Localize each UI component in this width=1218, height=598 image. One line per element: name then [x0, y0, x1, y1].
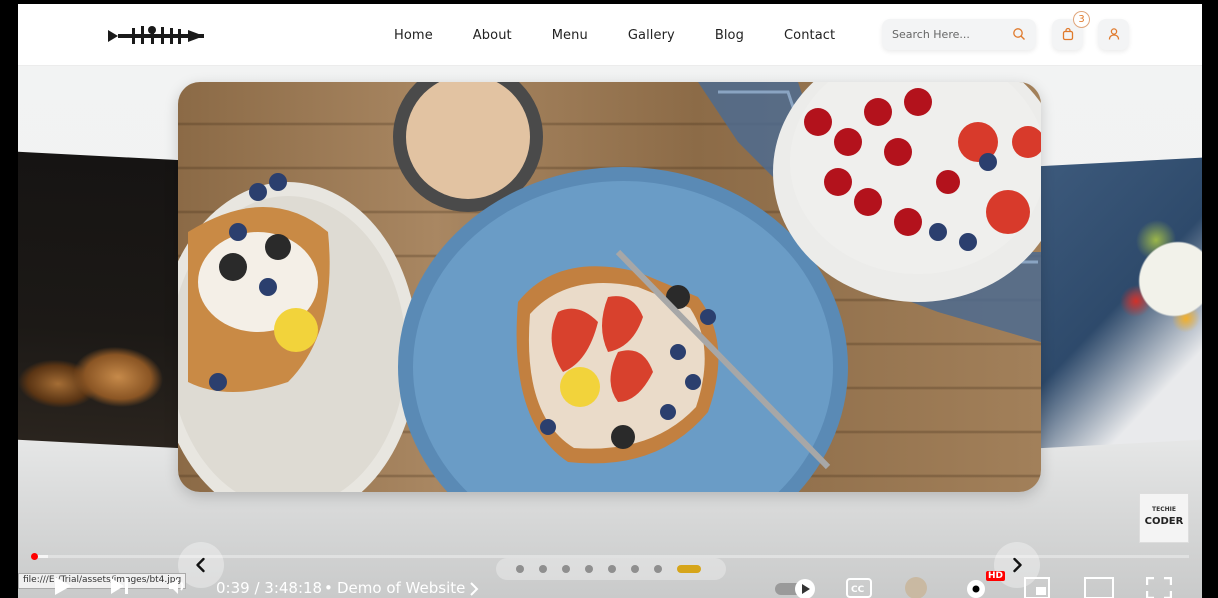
- nav-link-home[interactable]: Home: [394, 28, 433, 43]
- carousel-dot[interactable]: [562, 565, 570, 573]
- carousel-dot[interactable]: [608, 565, 616, 573]
- carousel-dot[interactable]: [516, 565, 524, 573]
- chapter-title[interactable]: Demo of Website: [337, 579, 465, 597]
- carousel-slide-next[interactable]: [1036, 157, 1202, 449]
- cart-count-badge: 3: [1073, 11, 1090, 28]
- nav-link-about[interactable]: About: [473, 28, 512, 43]
- website-viewport: Home About Menu Gallery Blog Contact 3: [18, 4, 1202, 598]
- miniplayer-icon[interactable]: [1024, 577, 1050, 598]
- volume-icon[interactable]: [166, 574, 190, 598]
- nav-link-contact[interactable]: Contact: [784, 28, 835, 43]
- carousel-dot[interactable]: [654, 565, 662, 573]
- user-button[interactable]: [1098, 19, 1129, 50]
- hd-badge: HD: [986, 571, 1006, 581]
- separator-dot: •: [324, 579, 333, 597]
- video-progress-bar[interactable]: [32, 555, 1189, 558]
- next-video-icon[interactable]: [108, 574, 132, 598]
- search-icon[interactable]: [1012, 27, 1026, 41]
- theater-mode-icon[interactable]: [1084, 577, 1114, 598]
- time-display: 0:39 / 3:48:18: [216, 579, 323, 597]
- nav-link-menu[interactable]: Menu: [552, 28, 588, 43]
- nav-link-blog[interactable]: Blog: [715, 28, 744, 43]
- user-icon: [1108, 28, 1120, 40]
- autoplay-toggle-icon[interactable]: [774, 578, 820, 598]
- carousel-dot[interactable]: [539, 565, 547, 573]
- watermark-line1: TECHIE: [1152, 506, 1176, 513]
- miniplayer-avatar-icon[interactable]: [904, 576, 928, 598]
- logo-icon[interactable]: [108, 24, 206, 48]
- carousel-dot[interactable]: [585, 565, 593, 573]
- captions-icon[interactable]: CC: [846, 578, 872, 598]
- carousel-pagination: [496, 558, 726, 580]
- carousel-slide-prev[interactable]: [18, 151, 182, 449]
- search-box: [882, 19, 1036, 50]
- navbar: Home About Menu Gallery Blog Contact 3: [18, 4, 1202, 66]
- carousel-dot[interactable]: [631, 565, 639, 573]
- carousel-dot-active[interactable]: [677, 565, 701, 573]
- fullscreen-icon[interactable]: [1146, 577, 1172, 598]
- play-icon[interactable]: [50, 574, 74, 598]
- search-input[interactable]: [892, 26, 1007, 43]
- progress-scrubber[interactable]: [31, 553, 38, 560]
- channel-watermark[interactable]: TECHIE CODER: [1139, 493, 1189, 543]
- nav-links: Home About Menu Gallery Blog Contact: [394, 4, 875, 66]
- carousel-slide-active[interactable]: [178, 82, 1041, 492]
- settings-gear-icon[interactable]: [964, 577, 988, 598]
- watermark-line2: CODER: [1144, 516, 1184, 527]
- svg-text:CC: CC: [851, 585, 865, 595]
- chevron-right-icon: [1013, 557, 1022, 573]
- nav-link-gallery[interactable]: Gallery: [628, 28, 675, 43]
- chevron-left-icon: [196, 557, 205, 573]
- chevron-right-icon[interactable]: [468, 581, 480, 597]
- breakfast-image: [178, 82, 1041, 492]
- bag-icon: [1062, 27, 1074, 41]
- link-status-tooltip: file:///E:/Trial/assets/images/bt4.jpg: [18, 573, 187, 589]
